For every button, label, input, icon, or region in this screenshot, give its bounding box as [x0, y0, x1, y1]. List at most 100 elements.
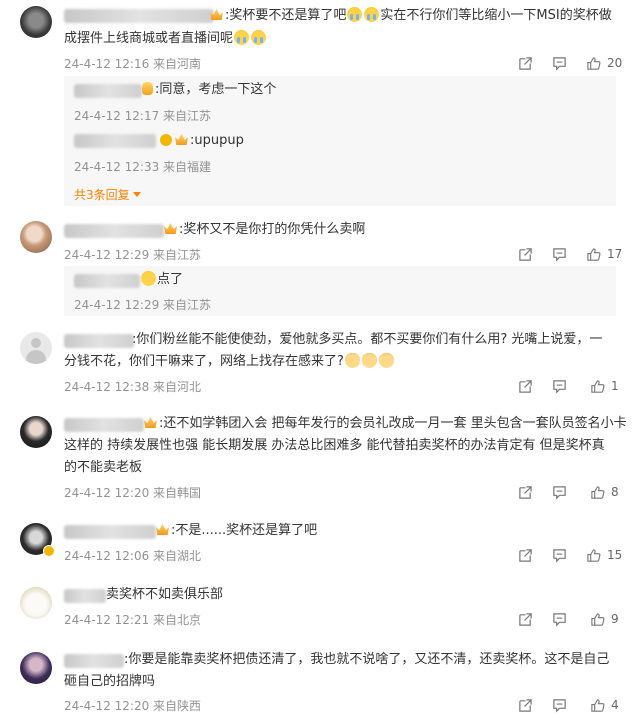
- reply-box: 点了 24-4-12 12:29 来自江苏: [64, 266, 616, 316]
- share-button[interactable]: [518, 697, 533, 713]
- crying-emoji-icon: [364, 7, 380, 22]
- like-icon: [587, 247, 601, 261]
- comment-button[interactable]: [552, 484, 567, 500]
- reply-meta: 24-4-12 12:17 来自江苏: [74, 109, 212, 123]
- avatar[interactable]: [20, 221, 52, 253]
- verified-icon: [160, 134, 172, 146]
- username-blurred[interactable]: [64, 418, 144, 432]
- share-icon: [519, 379, 532, 393]
- comment-text: :你要是能靠卖奖杯把债还清了，我也就不说啥了，又还不清，还卖奖杯。这不是自己: [124, 652, 610, 667]
- share-button[interactable]: [518, 611, 533, 627]
- like-count: 8: [611, 485, 619, 499]
- comment-button[interactable]: [552, 547, 567, 563]
- comment-text-continued: 这样的 持续发展性也强 能长期发展 办法总比困难多 能代替拍卖奖杯的办法肯定有 …: [64, 438, 605, 453]
- avatar[interactable]: [20, 6, 52, 38]
- like-button[interactable]: 1: [590, 378, 619, 394]
- comment-icon: [553, 56, 566, 71]
- avatar[interactable]: [20, 652, 52, 684]
- comment-icon: [553, 698, 566, 713]
- username-blurred[interactable]: [74, 134, 156, 148]
- crown-icon: [175, 134, 188, 145]
- cat-emoji-icon: [344, 353, 360, 368]
- share-button[interactable]: [518, 484, 533, 500]
- comment-icon: [553, 485, 566, 500]
- like-count: 15: [607, 548, 623, 562]
- like-button[interactable]: 8: [590, 484, 619, 500]
- username-blurred[interactable]: [74, 274, 140, 288]
- crying-emoji-icon: [251, 30, 267, 45]
- comment-text: :不是......奖杯还是算了吧: [156, 520, 317, 542]
- reply-box: :同意，考虑一下这个 24-4-12 12:17 来自江苏 :upupup 24…: [64, 76, 616, 206]
- comment-icon: [553, 548, 566, 563]
- like-button[interactable]: 17: [586, 246, 622, 262]
- share-icon: [519, 612, 532, 626]
- comment-icon: [553, 247, 566, 262]
- share-icon: [519, 56, 532, 70]
- share-icon: [519, 698, 532, 712]
- like-icon: [587, 56, 601, 70]
- reply-text: :同意，考虑一下这个: [142, 79, 276, 101]
- reply-meta: 24-4-12 12:29 来自江苏: [74, 298, 212, 312]
- comment-button[interactable]: [552, 697, 567, 713]
- more-replies-link[interactable]: 共3条回复: [74, 186, 141, 203]
- like-count: 20: [607, 56, 623, 70]
- share-icon: [519, 485, 532, 499]
- like-count: 17: [607, 247, 623, 261]
- comment-meta: 24-4-12 12:16 来自河南: [64, 57, 202, 71]
- username-blurred[interactable]: [64, 224, 164, 238]
- comment-text: :你们粉丝能不能使使劲，爱他就多买点。都不买要你们有什么用? 光嘴上说爱，一: [132, 332, 603, 347]
- username-blurred[interactable]: [64, 654, 124, 668]
- like-count: 4: [611, 698, 619, 712]
- avatar[interactable]: [20, 416, 52, 448]
- like-icon: [591, 698, 605, 712]
- username-blurred[interactable]: [74, 84, 142, 98]
- like-icon: [591, 485, 605, 499]
- crown-icon: [164, 223, 177, 234]
- smile-emoji-icon: [141, 271, 156, 286]
- share-icon: [519, 548, 532, 562]
- comment-text-continued: 的不能卖老板: [64, 460, 143, 475]
- comment-text: 卖奖杯不如卖俱乐部: [106, 587, 224, 602]
- cat-emoji-icon: [378, 353, 394, 368]
- comment-meta: 24-4-12 12:38 来自河北: [64, 380, 202, 394]
- avatar[interactable]: [20, 332, 52, 364]
- like-icon: [591, 612, 605, 626]
- comment-button[interactable]: [552, 55, 567, 71]
- verified-badge-icon: [43, 545, 55, 557]
- like-button[interactable]: 15: [586, 547, 622, 563]
- like-icon: [591, 379, 605, 393]
- crying-emoji-icon: [234, 30, 250, 45]
- comment-text: :奖杯又不是你打的你凭什么卖啊: [164, 219, 365, 241]
- comment-button[interactable]: [552, 378, 567, 394]
- comment-icon: [553, 379, 566, 394]
- comment-text-continued: 砸自己的招牌吗: [64, 674, 156, 689]
- avatar[interactable]: [20, 587, 52, 619]
- comment-button[interactable]: [552, 611, 567, 627]
- comment-meta: 24-4-12 12:20 来自陕西: [64, 699, 202, 713]
- share-button[interactable]: [518, 246, 533, 262]
- share-button[interactable]: [518, 378, 533, 394]
- like-button[interactable]: 9: [590, 611, 619, 627]
- like-count: 9: [611, 612, 619, 626]
- comment-meta: 24-4-12 12:21 来自北京: [64, 613, 202, 627]
- like-button[interactable]: 4: [590, 697, 619, 713]
- ok-hand-icon: [142, 82, 153, 95]
- comment-meta: 24-4-12 12:06 来自湖北: [64, 549, 202, 563]
- username-blurred[interactable]: [64, 334, 134, 348]
- reply-text: :upupup: [160, 130, 244, 152]
- comment-meta: 24-4-12 12:29 来自江苏: [64, 248, 202, 262]
- username-blurred[interactable]: [64, 589, 106, 603]
- crown-icon: [210, 9, 223, 20]
- crown-icon: [156, 524, 169, 535]
- reply-meta: 24-4-12 12:33 来自福建: [74, 160, 212, 174]
- username-blurred[interactable]: [64, 525, 156, 539]
- share-button[interactable]: [518, 55, 533, 71]
- share-button[interactable]: [518, 547, 533, 563]
- like-icon: [587, 548, 601, 562]
- comment-button[interactable]: [552, 246, 567, 262]
- comment-text: :奖杯要不还是算了吧 实在不行你们等比缩小一下MSI的奖杯做: [210, 5, 612, 27]
- comment-text-continued: 分钱不花，你们干嘛来了，网络上找存在感来了?: [64, 351, 395, 373]
- username-blurred[interactable]: [64, 9, 214, 23]
- like-button[interactable]: 20: [586, 55, 622, 71]
- chevron-down-icon: [132, 192, 141, 197]
